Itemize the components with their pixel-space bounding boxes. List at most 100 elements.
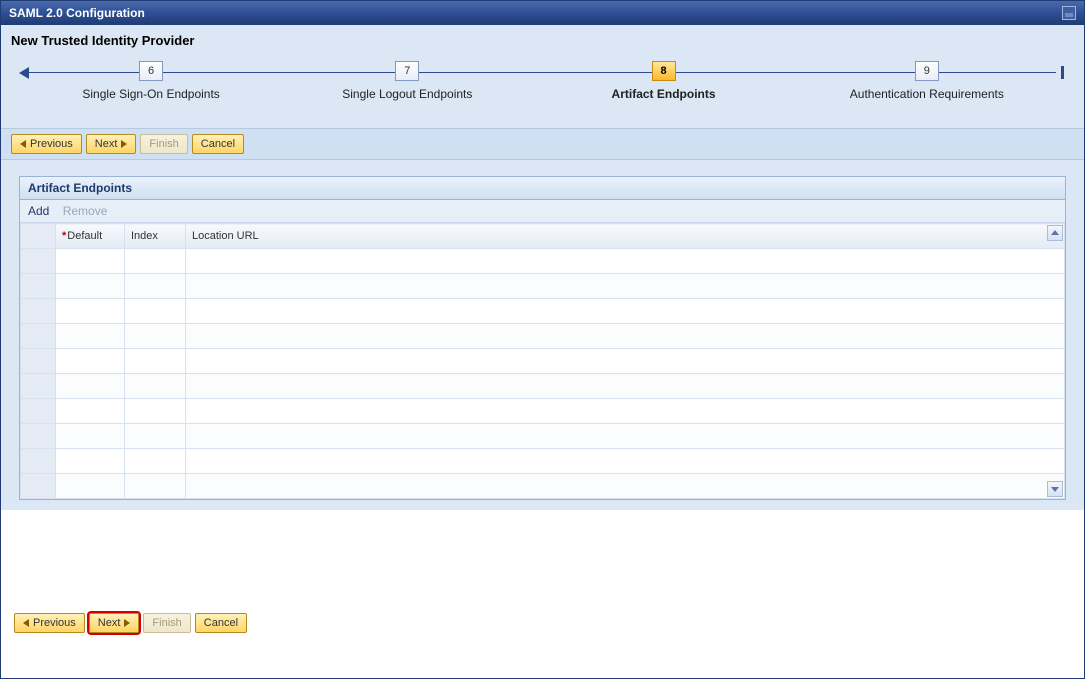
- cell-default[interactable]: [56, 374, 125, 399]
- finish-button-label: Finish: [149, 138, 178, 150]
- triangle-right-icon: [124, 619, 130, 627]
- col-index[interactable]: Index: [125, 224, 186, 249]
- table-row[interactable]: [21, 249, 1065, 274]
- remove-button: Remove: [63, 204, 108, 218]
- wizard-step[interactable]: 6 Single Sign-On Endpoints: [81, 58, 221, 101]
- cancel-button-label: Cancel: [201, 138, 235, 150]
- col-default[interactable]: *Default: [56, 224, 125, 249]
- cell-index[interactable]: [125, 399, 186, 424]
- row-selector[interactable]: [21, 374, 56, 399]
- cell-default[interactable]: [56, 324, 125, 349]
- cell-location-url[interactable]: [186, 399, 1065, 424]
- saml-config-window: SAML 2.0 Configuration New Trusted Ident…: [0, 0, 1085, 679]
- cell-location-url[interactable]: [186, 249, 1065, 274]
- wizard-step-number: 9: [915, 61, 939, 81]
- window-titlebar: SAML 2.0 Configuration: [1, 1, 1084, 25]
- window-title: SAML 2.0 Configuration: [9, 6, 145, 20]
- row-selector[interactable]: [21, 474, 56, 499]
- previous-button-bottom[interactable]: Previous: [14, 613, 85, 633]
- cell-default[interactable]: [56, 274, 125, 299]
- row-selector[interactable]: [21, 299, 56, 324]
- row-selector[interactable]: [21, 449, 56, 474]
- wizard-step-number: 7: [395, 61, 419, 81]
- cancel-button-label: Cancel: [204, 617, 238, 629]
- row-selector[interactable]: [21, 424, 56, 449]
- cell-default[interactable]: [56, 449, 125, 474]
- endpoints-table: *Default Index Location URL: [20, 223, 1065, 499]
- triangle-left-icon: [23, 619, 29, 627]
- col-location[interactable]: Location URL: [186, 224, 1065, 249]
- cell-index[interactable]: [125, 449, 186, 474]
- table-row[interactable]: [21, 299, 1065, 324]
- cell-index[interactable]: [125, 324, 186, 349]
- artifact-endpoints-panel: Artifact Endpoints Add Remove *Default I…: [19, 176, 1066, 500]
- cell-location-url[interactable]: [186, 324, 1065, 349]
- wizard-buttons-bottom: Previous Next Finish Cancel: [2, 608, 1083, 638]
- wizard-roadmap: 6 Single Sign-On Endpoints 7Single Logout …: [1, 54, 1084, 128]
- cell-location-url[interactable]: [186, 424, 1065, 449]
- table-wrapper: *Default Index Location URL: [20, 223, 1065, 499]
- panel-toolbar: Add Remove: [20, 200, 1065, 223]
- next-button-label: Next: [98, 617, 121, 629]
- row-selector[interactable]: [21, 399, 56, 424]
- table-header-row: *Default Index Location URL: [21, 224, 1065, 249]
- cell-location-url[interactable]: [186, 474, 1065, 499]
- cell-location-url[interactable]: [186, 349, 1065, 374]
- next-button[interactable]: Next: [86, 134, 137, 154]
- table-row[interactable]: [21, 474, 1065, 499]
- cell-default[interactable]: [56, 249, 125, 274]
- cell-location-url[interactable]: [186, 449, 1065, 474]
- wizard-step-number: 6: [139, 61, 163, 81]
- cell-index[interactable]: [125, 374, 186, 399]
- cell-index[interactable]: [125, 274, 186, 299]
- cell-index[interactable]: [125, 249, 186, 274]
- wizard-step-label: Artifact Endpoints: [612, 87, 716, 101]
- next-button-label: Next: [95, 138, 118, 150]
- table-row[interactable]: [21, 349, 1065, 374]
- cell-default[interactable]: [56, 299, 125, 324]
- wizard-step[interactable]: 7Single Logout Endpoints: [337, 58, 477, 101]
- cancel-button[interactable]: Cancel: [192, 134, 244, 154]
- cell-index[interactable]: [125, 424, 186, 449]
- cell-location-url[interactable]: [186, 374, 1065, 399]
- scroll-up-icon[interactable]: [1047, 225, 1063, 241]
- cell-index[interactable]: [125, 299, 186, 324]
- cell-default[interactable]: [56, 474, 125, 499]
- table-row[interactable]: [21, 374, 1065, 399]
- row-selector[interactable]: [21, 324, 56, 349]
- cell-index[interactable]: [125, 349, 186, 374]
- wizard-step-label: Single Sign-On Endpoints: [82, 87, 219, 101]
- row-selector[interactable]: [21, 274, 56, 299]
- table-row[interactable]: [21, 324, 1065, 349]
- row-selector[interactable]: [21, 349, 56, 374]
- window-restore-icon[interactable]: [1062, 6, 1076, 20]
- panel-title: Artifact Endpoints: [20, 177, 1065, 200]
- cell-location-url[interactable]: [186, 274, 1065, 299]
- row-selector[interactable]: [21, 249, 56, 274]
- wizard-buttons-top: Previous Next Finish Cancel: [1, 128, 1084, 160]
- triangle-left-icon: [20, 140, 26, 148]
- wizard-step[interactable]: 9 Authentication Requirements: [850, 58, 1004, 101]
- table-row[interactable]: [21, 424, 1065, 449]
- table-row[interactable]: [21, 449, 1065, 474]
- scroll-down-icon[interactable]: [1047, 481, 1063, 497]
- table-row[interactable]: [21, 399, 1065, 424]
- triangle-right-icon: [121, 140, 127, 148]
- cell-index[interactable]: [125, 474, 186, 499]
- wizard-step-label: Authentication Requirements: [850, 87, 1004, 101]
- cell-location-url[interactable]: [186, 299, 1065, 324]
- wizard-step[interactable]: 8Artifact Endpoints: [594, 58, 734, 101]
- cell-default[interactable]: [56, 349, 125, 374]
- table-row[interactable]: [21, 274, 1065, 299]
- previous-button-label: Previous: [30, 138, 73, 150]
- content-area: Artifact Endpoints Add Remove *Default I…: [1, 160, 1084, 510]
- next-button-bottom[interactable]: Next: [89, 613, 140, 633]
- page-title: New Trusted Identity Provider: [1, 25, 1084, 54]
- cell-default[interactable]: [56, 399, 125, 424]
- finish-button-bottom: Finish: [143, 613, 190, 633]
- previous-button[interactable]: Previous: [11, 134, 82, 154]
- add-button[interactable]: Add: [28, 204, 49, 218]
- cancel-button-bottom[interactable]: Cancel: [195, 613, 247, 633]
- col-default-label: Default: [67, 230, 102, 242]
- cell-default[interactable]: [56, 424, 125, 449]
